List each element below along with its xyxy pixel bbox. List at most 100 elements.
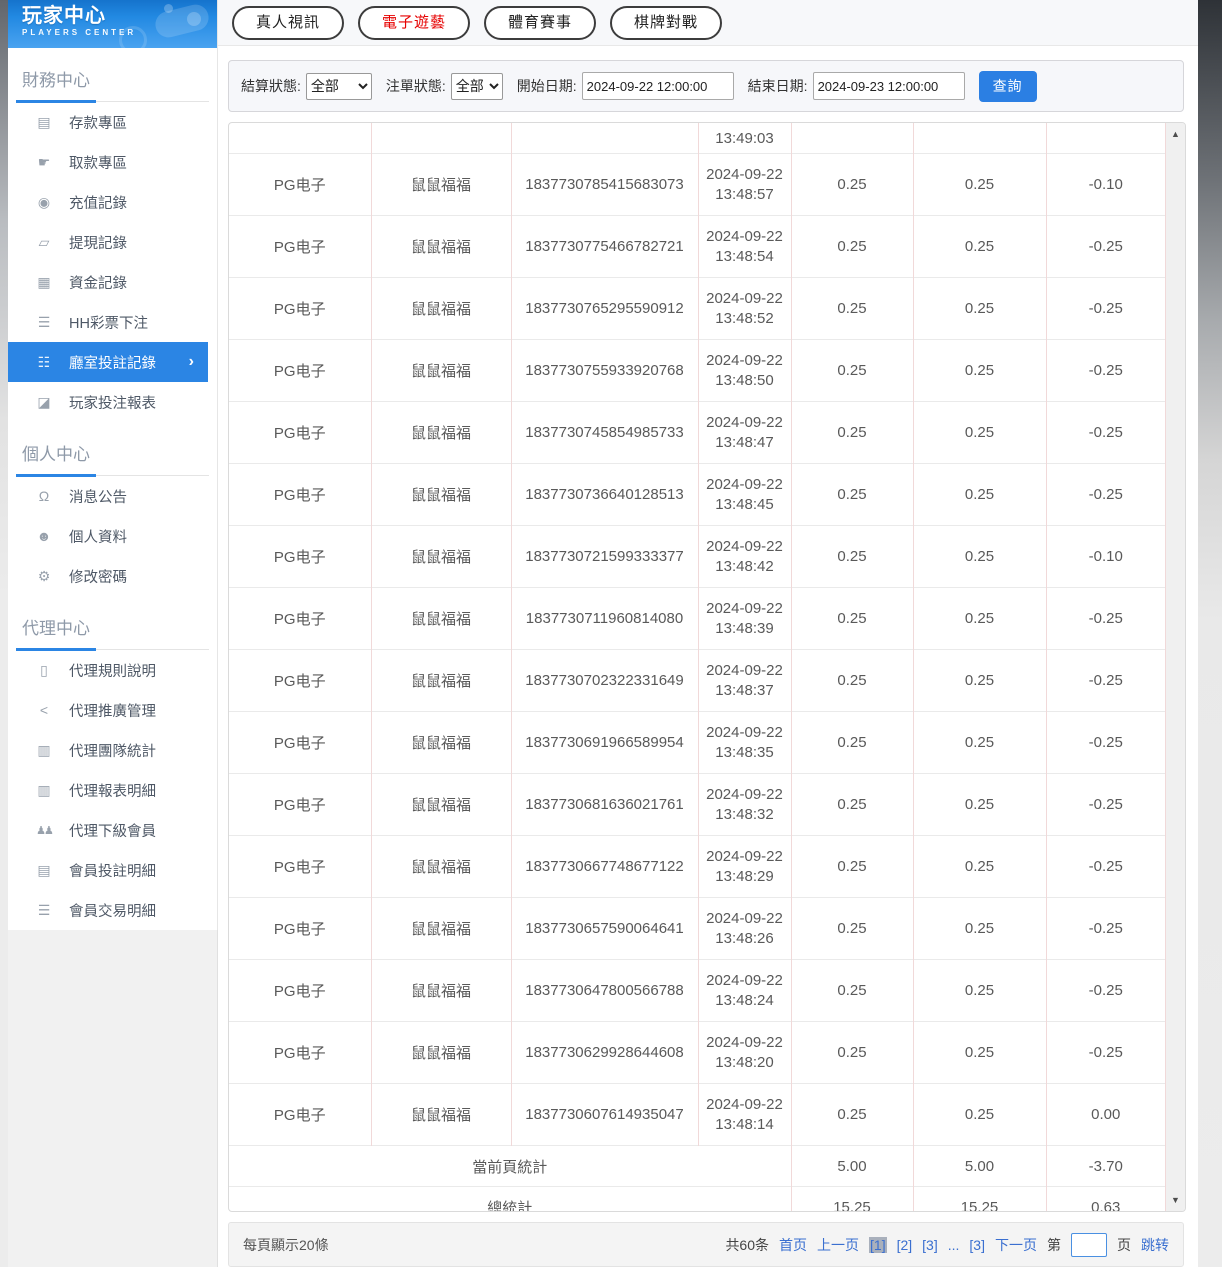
sidebar-item-消息公告[interactable]: Ω消息公告 xyxy=(8,476,217,516)
sidebar-item-提現記錄[interactable]: ▱提現記錄 xyxy=(8,222,217,262)
table-row[interactable]: PG电子鼠鼠福福18377306677486771222024-09-2213:… xyxy=(229,836,1165,898)
cell-game: 鼠鼠福福 xyxy=(371,1084,511,1146)
cell-time-line: 13:48:20 xyxy=(699,1053,791,1073)
table-row[interactable]: PG电子鼠鼠福福18377307652955909122024-09-2213:… xyxy=(229,278,1165,340)
sidebar-item-label: 會員投註明細 xyxy=(69,860,156,881)
sidebar-item-會員投註明細[interactable]: ▤會員投註明細 xyxy=(8,850,217,890)
cell-time: 2024-09-2213:48:47 xyxy=(698,402,791,464)
sidebar-item-存款專區[interactable]: ▤存款專區 xyxy=(8,102,217,142)
sidebar-item-label: HH彩票下注 xyxy=(69,312,148,333)
sidebar-item-玩家投注報表[interactable]: ◪玩家投注報表 xyxy=(8,382,217,422)
page-link[interactable]: [3] xyxy=(922,1237,938,1253)
tab-棋牌對戰[interactable]: 棋牌對戰 xyxy=(610,6,722,40)
cell-time: 2024-09-2213:48:45 xyxy=(698,464,791,526)
search-button[interactable]: 查詢 xyxy=(979,71,1037,102)
cell-order-id: 1837730667748677122 xyxy=(511,836,698,898)
sidebar-item-廳室投註記錄[interactable]: ☷廳室投註記錄› xyxy=(8,342,208,382)
sidebar-item-label: 提現記錄 xyxy=(69,232,127,253)
jump-page-input[interactable] xyxy=(1071,1233,1107,1257)
cell-order-id: 1837730721599333377 xyxy=(511,526,698,588)
sidebar-item-label: 玩家投注報表 xyxy=(69,392,156,413)
sidebar-item-代理規則說明[interactable]: ▯代理規則說明 xyxy=(8,650,217,690)
summary-label: 總統計 xyxy=(229,1187,791,1213)
cell-time: 2024-09-2213:48:54 xyxy=(698,216,791,278)
table-scrollbar[interactable]: ▲ ▼ xyxy=(1165,123,1185,1211)
sidebar-item-代理推廣管理[interactable]: <代理推廣管理 xyxy=(8,690,217,730)
table-row[interactable]: PG电子鼠鼠福福18377307215993333772024-09-2213:… xyxy=(229,526,1165,588)
cell-provider: PG电子 xyxy=(229,154,371,216)
cell-game: 鼠鼠福福 xyxy=(371,898,511,960)
sidebar-item-HH彩票下注[interactable]: ☰ HH彩票下注 xyxy=(8,302,217,342)
order-status-select[interactable]: 全部 xyxy=(451,73,503,100)
sidebar-item-會員交易明細[interactable]: ☰會員交易明細 xyxy=(8,890,217,930)
table-row[interactable]: PG电子鼠鼠福福18377307854156830732024-09-2213:… xyxy=(229,154,1165,216)
cell-provider: PG电子 xyxy=(229,650,371,712)
settle-status-select[interactable]: 全部 xyxy=(306,73,372,100)
app-subtitle: PLAYERS CENTER xyxy=(22,28,217,37)
jump-link[interactable]: 跳转 xyxy=(1141,1235,1169,1255)
first-page-link[interactable]: 首页 xyxy=(779,1235,807,1255)
cell-order-id: 1837730702322331649 xyxy=(511,650,698,712)
sidebar-item-資金記錄[interactable]: ▦資金記錄 xyxy=(8,262,217,302)
table-row[interactable]: PG电子鼠鼠福福18377306575900646412024-09-2213:… xyxy=(229,898,1165,960)
cell-time-line: 13:48:26 xyxy=(699,929,791,949)
scroll-up-arrow-icon[interactable]: ▲ xyxy=(1166,125,1185,143)
cell-valid-bet: 0.25 xyxy=(913,650,1046,712)
table-row[interactable]: PG电子鼠鼠福福18377306076149350472024-09-2213:… xyxy=(229,1084,1165,1146)
table-row[interactable]: PG电子鼠鼠福福18377307366401285132024-09-2213:… xyxy=(229,464,1165,526)
cell-valid-bet: 0.25 xyxy=(913,340,1046,402)
sidebar-item-代理團隊統計[interactable]: ▥代理團隊統計 xyxy=(8,730,217,770)
cell-time: 2024-09-2213:48:57 xyxy=(698,154,791,216)
cell-order-id: 1837730629928644608 xyxy=(511,1022,698,1084)
prev-page-link[interactable]: 上一页 xyxy=(817,1235,859,1255)
cell-game: 鼠鼠福福 xyxy=(371,340,511,402)
scroll-down-arrow-icon[interactable]: ▼ xyxy=(1166,1191,1185,1209)
cell-time-line: 13:48:29 xyxy=(699,867,791,887)
page-link[interactable]: [3] xyxy=(969,1237,985,1253)
sidebar-item-充值記錄[interactable]: ◉充值記錄 xyxy=(8,182,217,222)
cell-valid-bet: 0.25 xyxy=(913,960,1046,1022)
table-row[interactable]: PG电子鼠鼠福福18377307023223316492024-09-2213:… xyxy=(229,650,1165,712)
cell-date-line: 2024-09-22 xyxy=(699,971,791,991)
table-row[interactable]: PG电子鼠鼠福福18377306816360217612024-09-2213:… xyxy=(229,774,1165,836)
user-icon: ☻ xyxy=(34,528,54,544)
table-row[interactable]: PG电子鼠鼠福福18377307559339207682024-09-2213:… xyxy=(229,340,1165,402)
share-icon: < xyxy=(34,702,54,718)
cell-order-id: 1837730765295590912 xyxy=(511,278,698,340)
sidebar-item-代理報表明細[interactable]: ▥代理報表明細 xyxy=(8,770,217,810)
sidebar-item-取款專區[interactable]: ☛取款專區 xyxy=(8,142,217,182)
table-row[interactable]: PG电子鼠鼠福福18377306919665899542024-09-2213:… xyxy=(229,712,1165,774)
cell-date-line: 2024-09-22 xyxy=(699,289,791,309)
sidebar-item-修改密碼[interactable]: ⚙修改密碼 xyxy=(8,556,217,596)
table-row[interactable]: PG电子鼠鼠福福18377307754667827212024-09-2213:… xyxy=(229,216,1165,278)
cell-provider: PG电子 xyxy=(229,526,371,588)
summary-bet-amount: 5.00 xyxy=(791,1146,913,1187)
next-page-link[interactable]: 下一页 xyxy=(995,1235,1037,1255)
cell-date-line: 2024-09-22 xyxy=(699,847,791,867)
filter-bar: 結算狀態: 全部 注單狀態: 全部 開始日期: 結束日期: 查詢 xyxy=(228,60,1184,112)
page-right-backdrop xyxy=(1198,0,1222,1267)
table-row[interactable]: PG电子鼠鼠福福18377307458549857332024-09-2213:… xyxy=(229,402,1165,464)
section-title: 財務中心 xyxy=(16,60,209,102)
cell-date-line: 2024-09-22 xyxy=(699,661,791,681)
sidebar-item-代理下級會員[interactable]: ♟♟代理下級會員 xyxy=(8,810,217,850)
tab-體育賽事[interactable]: 體育賽事 xyxy=(484,6,596,40)
table-row[interactable]: PG电子鼠鼠福福18377306478005667882024-09-2213:… xyxy=(229,960,1165,1022)
lottery-bet-icon: ☰ xyxy=(34,314,54,331)
start-date-input[interactable] xyxy=(582,72,734,100)
sidebar-item-label: 存款專區 xyxy=(69,112,127,133)
cell-game: 鼠鼠福福 xyxy=(371,836,511,898)
cell-time-line: 13:48:42 xyxy=(699,557,791,577)
tab-真人視訊[interactable]: 真人視訊 xyxy=(232,6,344,40)
page-link[interactable]: [1] xyxy=(869,1237,887,1253)
tab-電子遊藝[interactable]: 電子遊藝 xyxy=(358,6,470,40)
sidebar-item-個人資料[interactable]: ☻個人資料 xyxy=(8,516,217,556)
page-link[interactable]: [2] xyxy=(897,1237,913,1253)
cell-game: 鼠鼠福福 xyxy=(371,154,511,216)
sidebar-item-label: 修改密碼 xyxy=(69,566,127,587)
table-row[interactable]: PG电子鼠鼠福福18377306299286446082024-09-2213:… xyxy=(229,1022,1165,1084)
main-content: 真人視訊電子遊藝體育賽事棋牌對戰 結算狀態: 全部 注單狀態: 全部 開始日期:… xyxy=(218,0,1198,1267)
cell-profit: -0.10 xyxy=(1046,154,1165,216)
end-date-input[interactable] xyxy=(813,72,965,100)
table-row[interactable]: PG电子鼠鼠福福18377307119608140802024-09-2213:… xyxy=(229,588,1165,650)
